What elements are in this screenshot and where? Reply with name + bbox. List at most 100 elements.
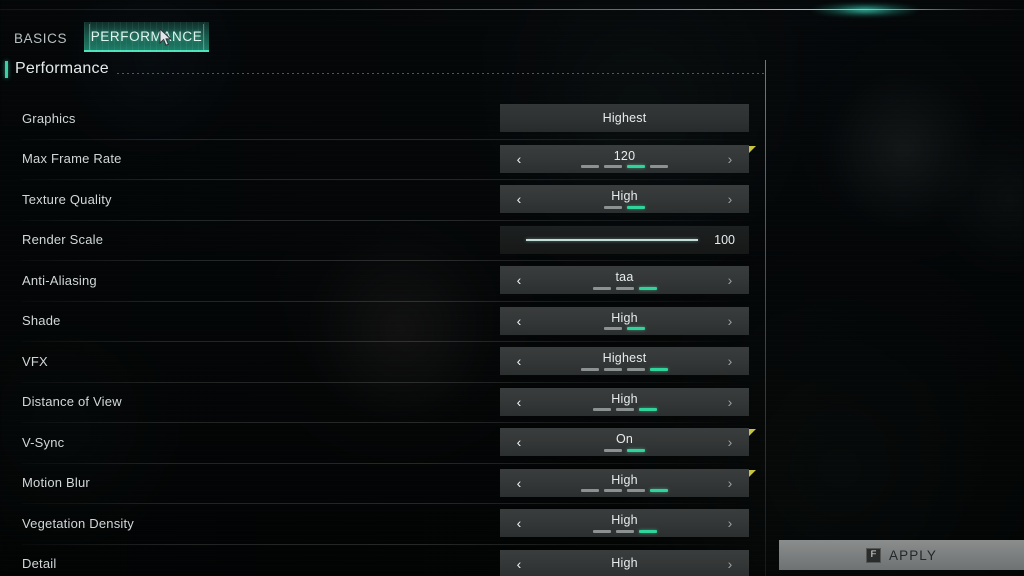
chevron-right-icon[interactable]: › xyxy=(722,550,738,576)
pending-change-marker-icon xyxy=(749,145,756,153)
stepper-center: Highest xyxy=(581,352,668,371)
stepper-center: 120 xyxy=(581,148,668,168)
section-header: Performance xyxy=(5,58,765,80)
step-dash xyxy=(638,529,657,533)
settings-stepper[interactable]: ‹ High › xyxy=(500,387,749,416)
step-dash xyxy=(638,408,657,411)
stepper-center: High xyxy=(592,391,657,411)
settings-row: Vegetation Density ‹ High › xyxy=(0,503,765,544)
step-indicator xyxy=(592,408,657,411)
settings-row-label: Anti-Aliasing xyxy=(22,272,97,288)
chevron-left-icon[interactable]: ‹ xyxy=(511,266,527,294)
slider-value: 100 xyxy=(714,232,735,247)
step-dash xyxy=(604,367,622,371)
step-indicator xyxy=(592,529,657,533)
settings-row-label: Texture Quality xyxy=(22,191,112,207)
apply-button[interactable]: F APPLY xyxy=(779,540,1024,570)
settings-stepper[interactable]: ‹ High › xyxy=(500,306,749,335)
settings-stepper[interactable]: ‹ High › xyxy=(500,185,749,214)
settings-row: Anti-Aliasing ‹ taa › xyxy=(0,260,765,301)
chevron-left-icon[interactable]: ‹ xyxy=(511,185,527,213)
step-dash xyxy=(592,529,611,533)
chevron-left-icon[interactable]: ‹ xyxy=(511,469,527,497)
step-dash xyxy=(615,408,634,411)
chevron-right-icon[interactable]: › xyxy=(722,469,738,497)
chevron-right-icon[interactable]: › xyxy=(722,266,738,294)
chevron-left-icon[interactable]: ‹ xyxy=(511,428,527,456)
stepper-center: High xyxy=(604,190,645,209)
slider-fill xyxy=(526,238,698,241)
settings-row: Texture Quality ‹ High › xyxy=(0,179,765,220)
settings-row-label: Shade xyxy=(22,313,61,329)
settings-value: High xyxy=(611,513,638,527)
chevron-right-icon[interactable]: › xyxy=(722,388,738,416)
step-indicator xyxy=(581,165,668,168)
stepper-center: taa xyxy=(592,271,657,290)
settings-row: Render Scale 100 xyxy=(0,219,765,261)
tab-performance[interactable]: PERFORMANCE xyxy=(84,22,209,52)
settings-value: High xyxy=(611,472,638,487)
graphics-preset-button[interactable]: Highest xyxy=(500,104,749,133)
step-indicator xyxy=(581,367,668,371)
settings-row-label: Graphics xyxy=(22,110,76,126)
step-dash xyxy=(627,165,645,168)
settings-stepper[interactable]: ‹ 120 › xyxy=(500,144,749,173)
step-dash xyxy=(650,489,668,492)
step-dash xyxy=(604,165,622,168)
settings-row: VFX ‹ Highest › xyxy=(0,341,765,382)
settings-value: 120 xyxy=(613,148,636,163)
settings-row-label: Render Scale xyxy=(22,232,104,248)
chevron-right-icon[interactable]: › xyxy=(722,307,738,335)
chevron-left-icon[interactable]: ‹ xyxy=(511,307,527,335)
chevron-right-icon[interactable]: › xyxy=(722,347,738,375)
settings-stepper[interactable]: ‹ Highest › xyxy=(500,347,749,376)
settings-list: Graphics Highest Max Frame Rate ‹ 120 › Textur… xyxy=(0,98,765,576)
step-dash xyxy=(627,327,645,330)
settings-row: Detail ‹ High › xyxy=(0,543,765,576)
settings-stepper[interactable]: ‹ taa › xyxy=(500,266,749,295)
settings-row: Max Frame Rate ‹ 120 › xyxy=(0,138,765,180)
settings-row-label: Distance of View xyxy=(22,394,122,410)
stepper-center: On xyxy=(604,433,645,452)
chevron-left-icon[interactable]: ‹ xyxy=(511,550,527,576)
step-indicator xyxy=(604,205,645,209)
settings-row-label: Vegetation Density xyxy=(22,515,135,531)
chevron-right-icon[interactable]: › xyxy=(722,145,738,173)
chevron-left-icon[interactable]: ‹ xyxy=(511,388,527,416)
settings-row: Shade ‹ High › xyxy=(0,300,765,342)
settings-row: Motion Blur ‹ High › xyxy=(0,462,765,504)
settings-value: High xyxy=(611,391,638,406)
settings-stepper[interactable]: ‹ High › xyxy=(500,509,749,538)
chevron-left-icon[interactable]: ‹ xyxy=(511,145,527,173)
section-accent-bar xyxy=(5,60,8,78)
section-dotted-rule xyxy=(116,73,765,74)
tab-basics-label: BASICS xyxy=(13,30,68,46)
step-dash xyxy=(650,165,668,168)
chevron-left-icon[interactable]: ‹ xyxy=(511,509,527,537)
tab-basics[interactable]: BASICS xyxy=(13,24,68,52)
settings-value: Highest xyxy=(602,110,647,125)
slider-track[interactable] xyxy=(526,238,698,241)
step-indicator xyxy=(592,286,657,290)
step-indicator xyxy=(604,448,645,452)
render-scale-slider[interactable]: 100 xyxy=(500,225,749,254)
settings-row-label: Motion Blur xyxy=(22,475,90,491)
chevron-left-icon[interactable]: ‹ xyxy=(511,347,527,375)
step-dash xyxy=(581,165,599,168)
chevron-right-icon[interactable]: › xyxy=(722,185,738,213)
panel-divider xyxy=(765,60,766,576)
settings-stepper[interactable]: ‹ High › xyxy=(500,468,749,497)
page-title: Performance xyxy=(15,60,109,77)
step-dash xyxy=(650,367,668,371)
chevron-right-icon[interactable]: › xyxy=(722,509,738,537)
chevron-right-icon[interactable]: › xyxy=(722,428,738,456)
settings-row-label: VFX xyxy=(22,353,48,369)
settings-row: Distance of View ‹ High › xyxy=(0,381,765,423)
step-dash xyxy=(604,327,622,330)
step-dash xyxy=(638,286,657,290)
settings-row: Graphics Highest xyxy=(0,98,765,139)
step-dash xyxy=(627,205,645,209)
settings-stepper[interactable]: ‹ High › xyxy=(500,549,749,576)
step-dash xyxy=(627,448,645,452)
settings-stepper[interactable]: ‹ On › xyxy=(500,428,749,457)
